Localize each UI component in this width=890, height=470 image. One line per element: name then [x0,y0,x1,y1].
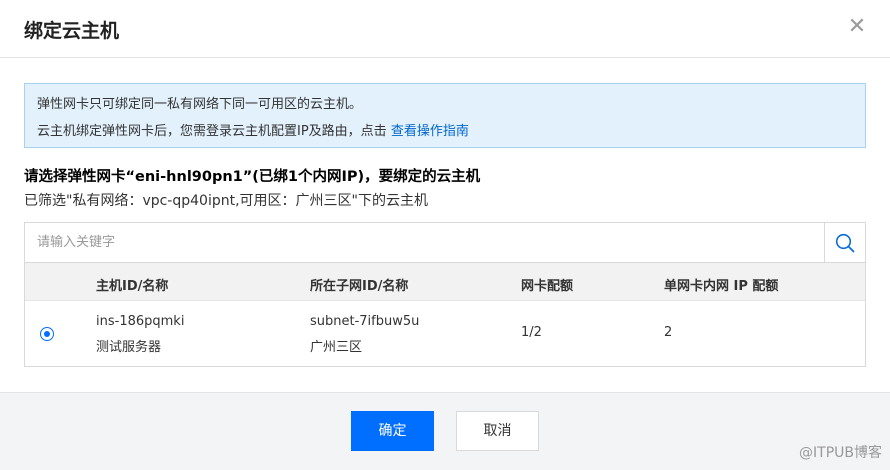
cancel-button[interactable]: 取消 [456,411,539,451]
row-radio[interactable] [40,327,54,341]
column-ip-quota: 单网卡内网 IP 配额 [664,279,779,294]
table-row[interactable]: ins-186pqmki 测试服务器 subnet-7ifbuw5u 广州三区 … [25,301,865,366]
subnet-id: subnet-7ifbuw5u [310,314,420,329]
search-button[interactable] [824,223,865,262]
info-notice: 弹性网卡只可绑定同一私有网络下同一可用区的云主机。 云主机绑定弹性网卡后，您需登… [24,83,866,148]
nic-quota: 1/2 [521,325,542,340]
dialog-footer: 确定 取消 [0,392,890,470]
table-header: 主机ID/名称 所在子网ID/名称 网卡配额 单网卡内网 IP 配额 [25,263,865,301]
info-line-1: 弹性网卡只可绑定同一私有网络下同一可用区的云主机。 [37,97,363,112]
filter-note: 已筛选"私有网络：vpc-qp40ipnt,可用区：广州三区"下的云主机 [24,193,428,209]
subnet-name: 广州三区 [310,340,363,355]
info-line-2: 云主机绑定弹性网卡后，您需登录云主机配置IP及路由，点击 查看操作指南 [37,120,469,139]
column-host: 主机ID/名称 [96,279,169,294]
search-input[interactable] [25,223,825,262]
column-nic-quota: 网卡配额 [521,279,574,294]
info-line-2-text: 云主机绑定弹性网卡后，您需登录云主机配置IP及路由，点击 [37,124,387,139]
host-id: ins-186pqmki [96,314,185,329]
dialog-header: 绑定云主机 ✕ [0,0,890,58]
radio-selected-dot [44,331,50,337]
instance-table: 主机ID/名称 所在子网ID/名称 网卡配额 单网卡内网 IP 配额 ins-1… [24,263,866,367]
ip-quota: 2 [664,325,673,340]
operation-guide-link[interactable]: 查看操作指南 [391,124,469,139]
selection-title: 请选择弹性网卡“eni-hnl90pn1”(已绑1个内网IP)，要绑定的云主机 [24,169,481,185]
bind-instance-dialog: 绑定云主机 ✕ 弹性网卡只可绑定同一私有网络下同一可用区的云主机。 云主机绑定弹… [0,0,890,470]
confirm-button[interactable]: 确定 [351,411,434,451]
column-subnet: 所在子网ID/名称 [310,279,409,294]
host-name: 测试服务器 [96,340,162,355]
watermark: @ITPUB博客 [799,445,882,461]
dialog-title: 绑定云主机 [24,20,120,42]
close-icon[interactable]: ✕ [846,14,868,40]
search-box [24,222,866,263]
search-icon [835,233,855,252]
